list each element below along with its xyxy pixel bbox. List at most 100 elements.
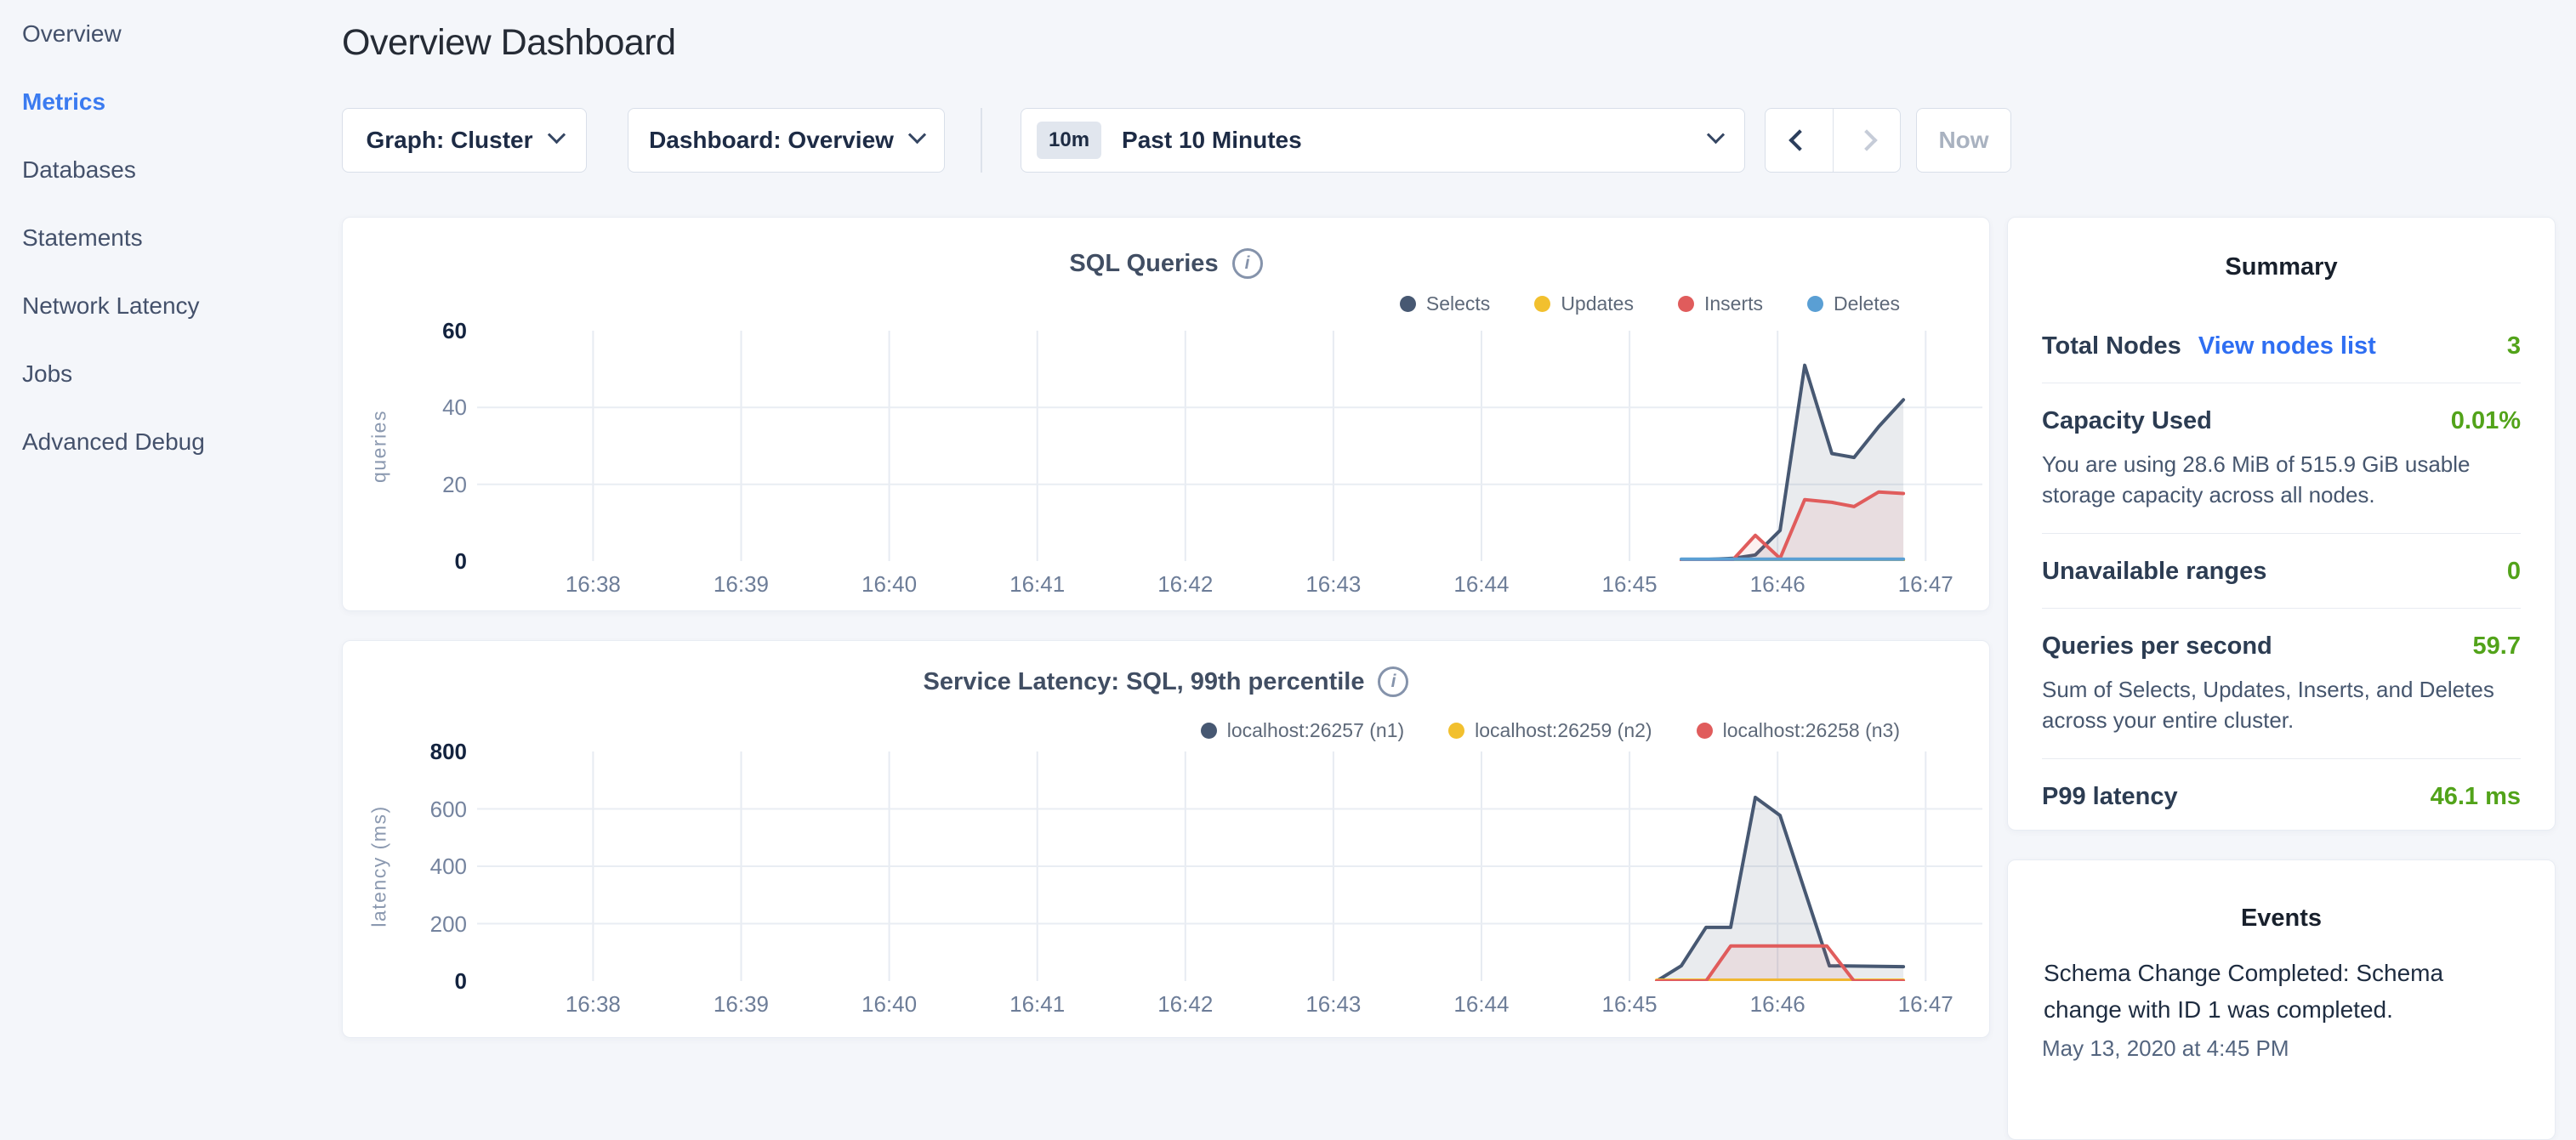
- x-axis-tick-label: 16:41: [974, 571, 1101, 598]
- x-axis-tick-label: 16:40: [826, 571, 953, 598]
- chart-plot-area: latency (ms) 800600400200016:3816:3916:4…: [343, 751, 1989, 981]
- summary-row-p99-latency: P99 latency 46.1 ms: [2042, 759, 2521, 833]
- legend-dot-icon: [1400, 296, 1416, 312]
- summary-row-unavailable-ranges: Unavailable ranges 0: [2042, 534, 2521, 609]
- graph-scope-dropdown[interactable]: Graph: Cluster: [342, 108, 587, 173]
- service-latency-plot: [477, 751, 1982, 981]
- chevron-down-icon: [908, 126, 926, 144]
- x-axis-tick-label: 16:46: [1714, 571, 1841, 598]
- y-axis-tick-label: 20: [377, 471, 467, 498]
- event-timestamp: May 13, 2020 at 4:45 PM: [2042, 1035, 2521, 1062]
- x-axis-tick-label: 16:38: [529, 991, 657, 1018]
- y-axis-tick-label: 40: [377, 394, 467, 421]
- x-axis-tick-label: 16:44: [1418, 991, 1545, 1018]
- x-axis-tick-label: 16:43: [1270, 991, 1397, 1018]
- time-next-button[interactable]: [1833, 109, 1900, 172]
- dashboard-dropdown[interactable]: Dashboard: Overview: [628, 108, 945, 173]
- x-axis-tick-label: 16:46: [1714, 991, 1841, 1018]
- chart-legend: Selects Updates Inserts Deletes: [1400, 292, 1900, 315]
- legend-item-n3[interactable]: localhost:26258 (n3): [1697, 719, 1900, 742]
- summary-value: 3: [2507, 332, 2521, 360]
- legend-dot-icon: [1448, 723, 1464, 739]
- legend-item-updates[interactable]: Updates: [1534, 292, 1634, 315]
- sidebar-item-statements[interactable]: Statements: [0, 204, 340, 272]
- summary-row-queries-per-second: Queries per second 59.7 Sum of Selects, …: [2042, 609, 2521, 759]
- info-icon[interactable]: i: [1378, 666, 1408, 697]
- now-button[interactable]: Now: [1916, 108, 2011, 173]
- x-axis-tick-label: 16:39: [677, 991, 805, 1018]
- y-axis-tick-label: 0: [377, 547, 467, 575]
- sql-queries-chart-card: SQL Queries i Selects Updates Inserts De…: [342, 217, 1990, 611]
- x-axis-tick-label: 16:44: [1418, 571, 1545, 598]
- summary-label: P99 latency: [2042, 783, 2178, 811]
- chart-title: SQL Queries: [1069, 250, 1218, 278]
- time-nav-group: [1765, 108, 1901, 173]
- sidebar-item-overview[interactable]: Overview: [0, 0, 340, 68]
- chart-legend: localhost:26257 (n1) localhost:26259 (n2…: [1201, 719, 1900, 742]
- chevron-down-icon: [1707, 126, 1725, 144]
- time-prev-button[interactable]: [1766, 109, 1833, 172]
- time-range-badge: 10m: [1037, 122, 1101, 159]
- summary-label: Queries per second: [2042, 632, 2272, 661]
- summary-value: 0.01%: [2451, 407, 2521, 435]
- legend-dot-icon: [1201, 723, 1217, 739]
- x-axis-tick-label: 16:42: [1122, 571, 1249, 598]
- chevron-down-icon: [547, 126, 565, 144]
- legend-item-deletes[interactable]: Deletes: [1807, 292, 1900, 315]
- sidebar-item-network-latency[interactable]: Network Latency: [0, 272, 340, 340]
- x-axis-tick-label: 16:47: [1862, 991, 1989, 1018]
- summary-value: 0: [2507, 558, 2521, 586]
- legend-item-n1[interactable]: localhost:26257 (n1): [1201, 719, 1404, 742]
- view-nodes-list-link[interactable]: View nodes list: [2198, 332, 2376, 360]
- page-title: Overview Dashboard: [342, 22, 676, 64]
- x-axis-tick-label: 16:47: [1862, 571, 1989, 598]
- summary-title: Summary: [2008, 218, 2555, 281]
- y-axis-tick-label: 0: [377, 967, 467, 995]
- overview-dashboard-page: { "sidebar": { "items": [ {"label": "Ove…: [0, 0, 2576, 1051]
- x-axis-tick-label: 16:38: [529, 571, 657, 598]
- summary-row-capacity-used: Capacity Used 0.01% You are using 28.6 M…: [2042, 383, 2521, 534]
- x-axis-tick-label: 16:40: [826, 991, 953, 1018]
- sidebar-item-advanced-debug[interactable]: Advanced Debug: [0, 408, 340, 476]
- y-axis-tick-label: 200: [377, 910, 467, 938]
- sidebar-item-metrics[interactable]: Metrics: [0, 68, 340, 136]
- y-axis-tick-label: 60: [377, 317, 467, 344]
- sidebar: Overview Metrics Databases Statements Ne…: [0, 0, 340, 1051]
- legend-dot-icon: [1697, 723, 1713, 739]
- x-axis-tick-label: 16:41: [974, 991, 1101, 1018]
- sidebar-item-jobs[interactable]: Jobs: [0, 340, 340, 408]
- legend-item-selects[interactable]: Selects: [1400, 292, 1490, 315]
- summary-label: Capacity Used: [2042, 407, 2212, 435]
- summary-value: 46.1 ms: [2431, 783, 2521, 811]
- event-item[interactable]: Schema Change Completed: Schema change w…: [2042, 955, 2521, 1029]
- legend-dot-icon: [1807, 296, 1823, 312]
- summary-label: Total Nodes: [2042, 332, 2181, 360]
- legend-dot-icon: [1534, 296, 1550, 312]
- chevron-left-icon: [1788, 129, 1810, 150]
- controls-divider: [981, 108, 982, 173]
- legend-item-inserts[interactable]: Inserts: [1678, 292, 1763, 315]
- summary-description: You are using 28.6 MiB of 515.9 GiB usab…: [2042, 449, 2521, 511]
- chevron-right-icon: [1856, 129, 1877, 150]
- x-axis-tick-label: 16:45: [1566, 571, 1693, 598]
- summary-row-total-nodes: Total Nodes View nodes list 3: [2042, 309, 2521, 383]
- events-panel: Events Schema Change Completed: Schema c…: [2007, 859, 2556, 1140]
- x-axis-tick-label: 16:45: [1566, 991, 1693, 1018]
- summary-description: Sum of Selects, Updates, Inserts, and De…: [2042, 674, 2521, 736]
- summary-panel: Summary Total Nodes View nodes list 3 Ca…: [2007, 217, 2556, 831]
- chart-plot-area: queries 604020016:3816:3916:4016:4116:42…: [343, 331, 1989, 561]
- x-axis-tick-label: 16:42: [1122, 991, 1249, 1018]
- sidebar-item-databases[interactable]: Databases: [0, 136, 340, 204]
- chart-title: Service Latency: SQL, 99th percentile: [924, 668, 1365, 696]
- x-axis-tick-label: 16:43: [1270, 571, 1397, 598]
- info-icon[interactable]: i: [1232, 248, 1263, 279]
- legend-dot-icon: [1678, 296, 1694, 312]
- service-latency-chart-card: Service Latency: SQL, 99th percentile i …: [342, 640, 1990, 1038]
- time-range-label: Past 10 Minutes: [1122, 127, 1302, 154]
- y-axis-tick-label: 400: [377, 853, 467, 880]
- legend-item-n2[interactable]: localhost:26259 (n2): [1448, 719, 1652, 742]
- summary-label: Unavailable ranges: [2042, 558, 2266, 586]
- y-axis-tick-label: 800: [377, 738, 467, 765]
- x-axis-tick-label: 16:39: [677, 571, 805, 598]
- time-range-dropdown[interactable]: 10m Past 10 Minutes: [1021, 108, 1745, 173]
